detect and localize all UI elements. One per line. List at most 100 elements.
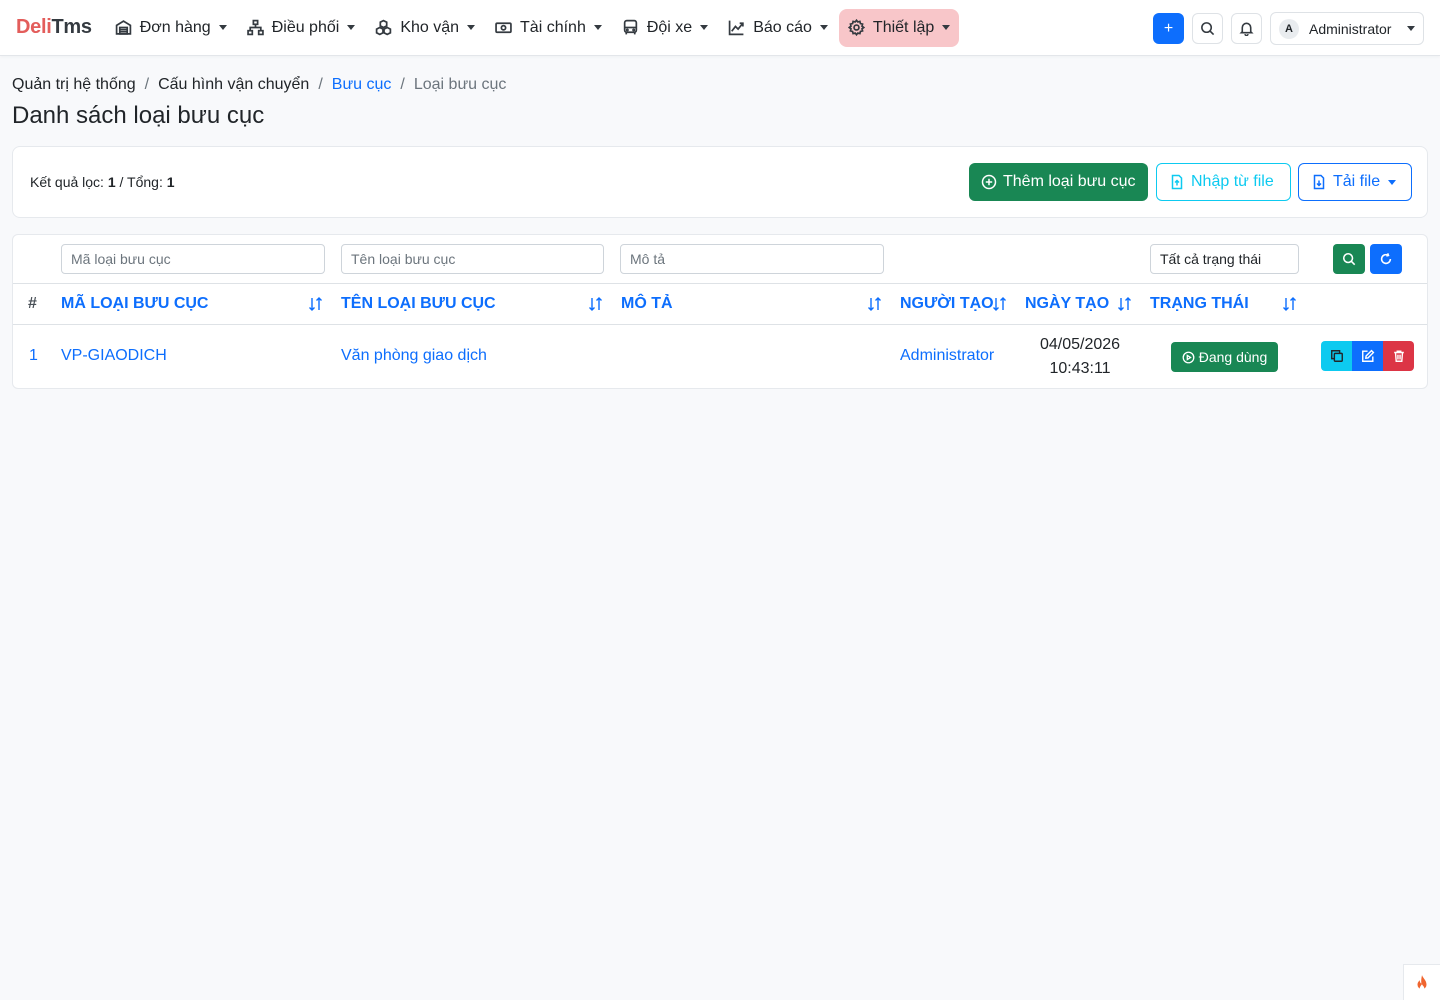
column-header-index: #	[28, 295, 37, 312]
toolbar-card: Kết quả lọc: 1 / Tổng: 1 Thêm loại bưu c…	[12, 146, 1428, 218]
page-title: Danh sách loại bưu cục	[12, 102, 265, 129]
result-count: 1	[107, 174, 116, 190]
reset-filter-button[interactable]	[1370, 244, 1402, 274]
nav-item-reports[interactable]: Báo cáo	[719, 9, 837, 47]
import-file-button[interactable]: Nhập từ file	[1156, 163, 1291, 201]
table-row: 1 VP-GIAODICH Văn phòng giao dịch Admini…	[13, 325, 1427, 389]
row-index: 1	[29, 347, 38, 364]
chevron-down-icon	[347, 25, 356, 30]
breadcrumb-separator: /	[144, 76, 150, 93]
row-name-link[interactable]: Văn phòng giao dịch	[341, 347, 487, 365]
nav-item-label: Tài chính	[520, 18, 586, 36]
search-button[interactable]	[1192, 13, 1223, 44]
user-menu-dropdown[interactable]: A Administrator	[1270, 12, 1424, 45]
bus-icon	[623, 19, 638, 35]
chevron-down-icon	[1407, 26, 1415, 31]
chart-icon	[728, 20, 744, 36]
avatar: A	[1279, 18, 1299, 39]
row-actions	[1321, 341, 1414, 371]
top-navbar: DeliTms Đơn hàng Điều phối Kho vận Tài c…	[0, 0, 1440, 56]
nav-item-orders[interactable]: Đơn hàng	[106, 9, 236, 47]
filter-row: Mã loại bưu cục Tên loại bưu cục Mô tả T…	[13, 235, 1427, 284]
nav-item-warehouse[interactable]: Kho vận	[366, 9, 484, 47]
cash-icon	[495, 22, 512, 34]
name-filter-input[interactable]: Tên loại bưu cục	[341, 244, 604, 274]
search-icon	[1201, 22, 1215, 36]
add-post-office-type-button[interactable]: Thêm loại bưu cục	[969, 163, 1148, 201]
play-circle-icon	[1182, 351, 1195, 363]
sort-icon[interactable]	[587, 295, 605, 313]
quick-add-button[interactable]: +	[1153, 13, 1184, 44]
column-header-code[interactable]: Mã loại bưu cục	[61, 295, 208, 313]
row-created-date: 04/05/2026 10:43:11	[1025, 333, 1135, 381]
navbar-actions: + A Administrator	[1153, 12, 1424, 45]
column-header-description[interactable]: Mô tả	[621, 295, 673, 313]
post-office-type-table: Mã loại bưu cục Tên loại bưu cục Mô tả T…	[12, 234, 1428, 389]
nav-item-settings[interactable]: Thiết lập	[838, 8, 960, 47]
nav-item-label: Đơn hàng	[139, 18, 211, 36]
edit-icon	[1361, 349, 1374, 362]
row-time: 10:43:11	[1049, 360, 1111, 377]
row-code-link[interactable]: VP-GIAODICH	[61, 347, 167, 365]
warehouse-icon	[115, 20, 131, 35]
breadcrumb: Quản trị hệ thống / Cấu hình vận chuyển …	[12, 76, 506, 94]
nav-item-label: Thiết lập	[872, 18, 935, 36]
chevron-down-icon	[467, 25, 476, 30]
delete-button[interactable]	[1383, 341, 1414, 371]
row-creator-link[interactable]: Administrator	[900, 347, 994, 365]
gear-icon	[847, 19, 865, 36]
column-header-created-date[interactable]: Ngày tạo	[1025, 295, 1109, 313]
edit-button[interactable]	[1352, 341, 1383, 371]
chevron-down-icon	[942, 25, 951, 30]
nav-item-label: Đội xe	[646, 18, 693, 36]
copy-button[interactable]	[1321, 341, 1352, 371]
status-badge: Đang dùng	[1171, 342, 1278, 372]
column-header-name[interactable]: Tên loại bưu cục	[341, 295, 496, 313]
boxes-icon	[376, 19, 392, 36]
result-summary: Kết quả lọc: 1 / Tổng: 1	[30, 174, 175, 190]
chevron-down-icon	[700, 25, 709, 30]
nav-item-fleet[interactable]: Đội xe	[613, 9, 717, 47]
nav-item-label: Báo cáo	[753, 18, 812, 36]
sort-icon[interactable]	[1281, 295, 1299, 313]
sort-icon[interactable]	[991, 295, 1009, 313]
row-date: 04/05/2026	[1039, 336, 1121, 353]
search-icon	[1342, 252, 1356, 266]
download-file-dropdown[interactable]: Tải file	[1298, 163, 1412, 201]
refresh-icon	[1380, 253, 1392, 265]
copy-icon	[1330, 350, 1343, 362]
chevron-down-icon	[593, 25, 602, 30]
status-filter-select[interactable]: Tất cả trạng thái	[1150, 244, 1299, 274]
table-header-row: # Mã loại bưu cục Tên loại bưu cục Mô tả…	[13, 284, 1427, 325]
nav-item-finance[interactable]: Tài chính	[486, 9, 611, 47]
breadcrumb-item-current: Loại bưu cục	[413, 76, 507, 93]
nav-item-label: Điều phối	[271, 18, 340, 36]
hierarchy-icon	[246, 19, 264, 36]
brand-logo[interactable]: DeliTms	[16, 16, 92, 39]
user-name: Administrator	[1309, 20, 1392, 37]
sort-icon[interactable]	[307, 295, 325, 313]
code-filter-input[interactable]: Mã loại bưu cục	[61, 244, 325, 274]
column-header-status[interactable]: Trạng thái	[1150, 295, 1249, 313]
debug-toolbar-toggle[interactable]	[1403, 964, 1440, 1000]
breadcrumb-item-post-office[interactable]: Bưu cục	[332, 76, 392, 94]
nav-item-label: Kho vận	[400, 18, 460, 36]
bell-icon	[1239, 22, 1254, 36]
total-count: 1	[166, 174, 175, 190]
plus-circle-icon	[981, 174, 997, 190]
file-download-icon	[1313, 174, 1325, 190]
breadcrumb-item-system-admin[interactable]: Quản trị hệ thống	[12, 76, 136, 94]
description-filter-input[interactable]: Mô tả	[620, 244, 884, 274]
chevron-down-icon	[1388, 179, 1397, 185]
file-upload-icon	[1171, 174, 1183, 190]
sort-icon[interactable]	[866, 295, 884, 313]
column-header-creator[interactable]: Người tạo	[900, 295, 994, 313]
breadcrumb-item-shipping-config[interactable]: Cấu hình vận chuyển	[158, 76, 309, 94]
search-filter-button[interactable]	[1333, 244, 1365, 274]
nav-item-dispatch[interactable]: Điều phối	[238, 9, 365, 47]
sort-icon[interactable]	[1116, 295, 1134, 313]
flame-icon	[1417, 974, 1427, 990]
notifications-button[interactable]	[1231, 13, 1262, 44]
trash-icon	[1393, 350, 1404, 362]
chevron-down-icon	[819, 25, 828, 30]
